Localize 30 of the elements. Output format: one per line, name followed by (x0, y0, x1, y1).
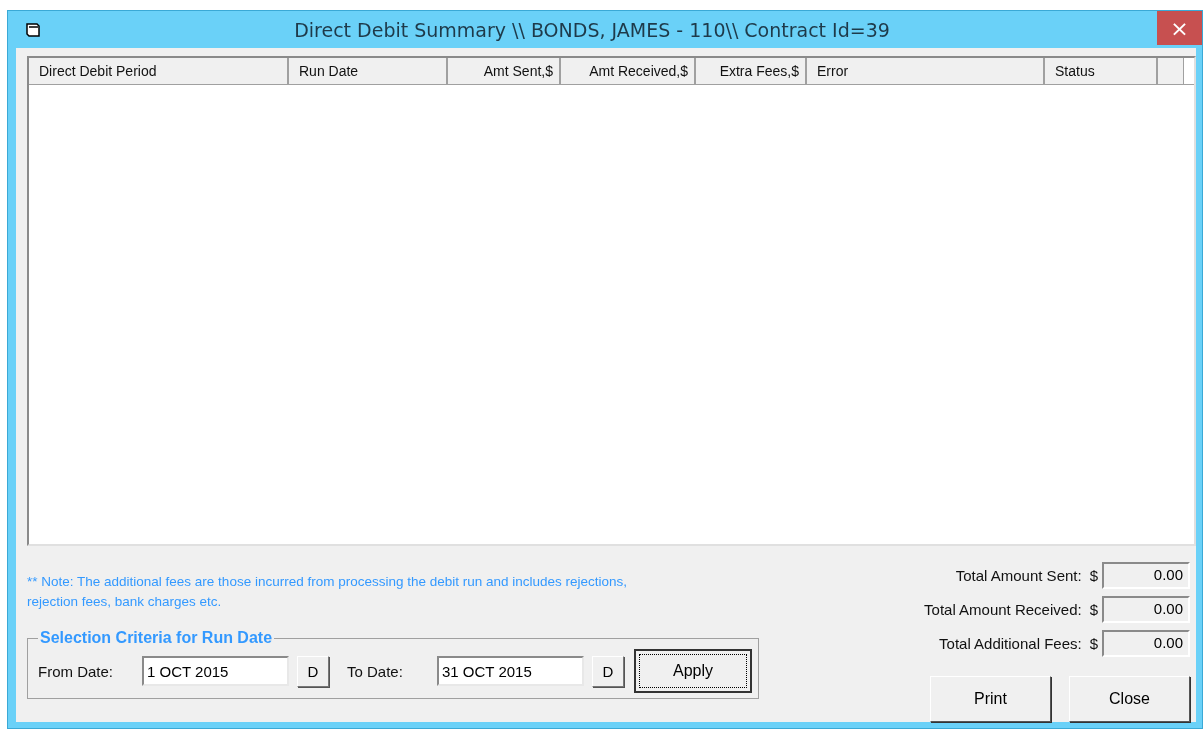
window-icon (26, 22, 42, 37)
window-title: Direct Debit Summary \\ BONDS, JAMES - 110\\ Contract Id=39 (293, 18, 891, 41)
group-title: Selection Criteria for Run Date (39, 629, 274, 647)
field-label: To Date: (347, 662, 404, 680)
total-value: 0.00 (1102, 561, 1190, 589)
dialog-button[interactable]: Print (930, 676, 1051, 722)
note-text: ** Note: The additional fees are those incurred from processing the debit run and includes rejections, rejection fees, bank charges etc. (27, 573, 629, 611)
column-header[interactable]: Direct Debit Period (29, 58, 289, 84)
date-picker-button[interactable]: D (297, 655, 329, 687)
total-label: Total Amount Sent: (955, 566, 1082, 584)
date-field[interactable]: 1 OCT 2015 (142, 656, 289, 686)
column-header[interactable]: Run Date (289, 58, 448, 84)
total-label: Total Additional Fees: (939, 634, 1082, 652)
total-value: 0.00 (1102, 595, 1190, 623)
date-picker-button[interactable]: D (592, 655, 624, 687)
apply-button[interactable]: Apply (634, 649, 752, 693)
column-header[interactable]: Extra Fees,$ (696, 58, 807, 84)
currency-symbol: $ (1089, 600, 1098, 618)
close-icon[interactable]: × (1157, 11, 1202, 45)
column-header[interactable]: Status (1045, 58, 1158, 84)
column-header[interactable]: Error (807, 58, 1045, 84)
column-header[interactable]: Amt Received,$ (561, 58, 696, 84)
field-label: From Date: (38, 662, 114, 680)
dialog-button[interactable]: Close (1069, 676, 1190, 722)
total-value: 0.00 (1102, 629, 1190, 657)
currency-symbol: $ (1089, 566, 1098, 584)
total-label: Total Amount Received: (924, 600, 1082, 618)
column-header[interactable]: Amt Sent,$ (448, 58, 561, 84)
currency-symbol: $ (1089, 634, 1098, 652)
date-field[interactable]: 31 OCT 2015 (437, 656, 584, 686)
